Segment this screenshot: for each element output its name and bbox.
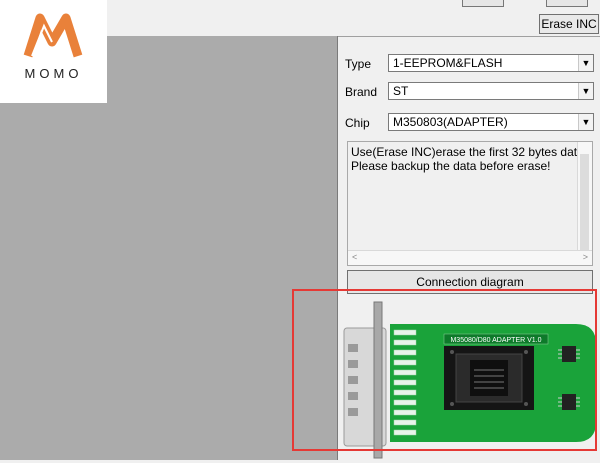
vertical-scrollbar[interactable] [577, 142, 592, 252]
erase-inc-button[interactable]: Erase INC [539, 14, 599, 34]
scroll-right-icon[interactable]: > [583, 251, 588, 264]
brand-select-value: ST [393, 84, 409, 98]
logo-text: MOMO [24, 66, 83, 81]
chevron-down-icon[interactable]: ▼ [578, 114, 593, 130]
message-line-1: Use(Erase INC)erase the first 32 bytes d… [351, 145, 584, 159]
type-label: Type [345, 57, 372, 71]
message-line-2: Please backup the data before erase! [351, 159, 551, 173]
chip-select[interactable]: M350803(ADAPTER) ▼ [388, 113, 594, 131]
type-select-value: 1-EEPROM&FLASH [393, 56, 503, 70]
adapter-board-image: M35080/D80 ADAPTER V1.0 [343, 301, 596, 459]
scroll-left-icon[interactable]: < [352, 251, 357, 264]
scrollbar-thumb[interactable] [580, 154, 589, 250]
chip-select-value: M350803(ADAPTER) [393, 115, 508, 129]
adapter-board-label: M35080/D80 ADAPTER V1.0 [450, 337, 541, 344]
brand-label: Brand [345, 85, 378, 99]
brand-select[interactable]: ST ▼ [388, 82, 594, 100]
chevron-down-icon[interactable]: ▼ [578, 83, 593, 99]
horizontal-scrollbar[interactable]: < > [348, 250, 592, 265]
top-button-1[interactable] [462, 0, 504, 7]
connection-diagram-button[interactable]: Connection diagram [347, 270, 593, 294]
message-textarea[interactable]: Use(Erase INC)erase the first 32 bytes d… [347, 141, 593, 266]
logo: MOMO [0, 0, 107, 103]
chevron-down-icon[interactable]: ▼ [578, 55, 593, 71]
chip-label: Chip [345, 116, 370, 130]
adapter-diagram: M35080/D80 ADAPTER V1.0 [340, 298, 600, 460]
type-select[interactable]: 1-EEPROM&FLASH ▼ [388, 54, 594, 72]
top-button-2[interactable] [546, 0, 588, 7]
momo-logo-icon [23, 13, 83, 58]
